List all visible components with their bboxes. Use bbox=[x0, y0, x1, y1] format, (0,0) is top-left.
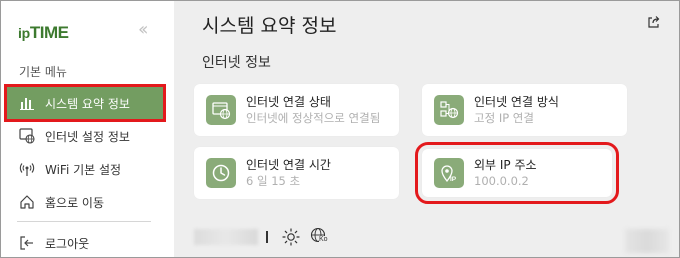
menu-section-label: 기본 메뉴 bbox=[19, 65, 67, 79]
card-subtitle: 6 일 15 초 bbox=[246, 173, 301, 188]
card-connection-method[interactable]: 인터넷 연결 방식 고정 IP 연결 bbox=[422, 84, 627, 136]
card-subtitle: 고정 IP 연결 bbox=[474, 110, 534, 125]
card-title: 인터넷 연결 시간 bbox=[246, 157, 331, 172]
section-title: 인터넷 정보 bbox=[202, 55, 271, 71]
globe-settings-icon bbox=[19, 128, 35, 144]
card-subtitle: 인터넷에 정상적으로 연결됨 bbox=[246, 110, 381, 125]
main-content: 시스템 요약 정보 인터넷 정보 인터넷 연결 상태 인터넷에 정상적으로 연결… bbox=[174, 1, 679, 257]
sidebar-item-internet-settings[interactable]: 인터넷 설정 정보 bbox=[7, 120, 163, 152]
footer-bar: Ko bbox=[194, 227, 330, 247]
sidebar-item-label: 시스템 요약 정보 bbox=[45, 96, 130, 111]
svg-text:IP: IP bbox=[450, 176, 457, 183]
sidebar-divider bbox=[17, 221, 151, 222]
language-code: Ko bbox=[319, 236, 328, 243]
footer-separator bbox=[266, 231, 268, 243]
sidebar-item-label: 홈으로 이동 bbox=[45, 195, 105, 210]
sidebar-item-home[interactable]: 홈으로 이동 bbox=[7, 186, 163, 218]
collapse-sidebar-button[interactable]: ‹‹ bbox=[138, 21, 149, 39]
sidebar: ip TIME ‹‹ 기본 메뉴 시스템 요약 정보 인터넷 설정 정보 WiF… bbox=[1, 1, 174, 257]
sidebar-item-wifi-settings[interactable]: WiFi 기본 설정 bbox=[7, 153, 163, 185]
card-title: 인터넷 연결 상태 bbox=[246, 94, 331, 109]
iptime-logo[interactable]: ip TIME bbox=[18, 23, 69, 43]
card-title: 인터넷 연결 방식 bbox=[474, 94, 559, 109]
logo-time-text: TIME bbox=[29, 23, 69, 42]
connection-method-icon bbox=[434, 95, 464, 125]
card-connection-time[interactable]: 인터넷 연결 시간 6 일 15 초 bbox=[194, 147, 399, 199]
sidebar-item-label: 인터넷 설정 정보 bbox=[45, 129, 130, 144]
card-external-ip[interactable]: IP 외부 IP 주소 100.0.0.2 bbox=[415, 142, 619, 204]
bar-chart-icon bbox=[19, 95, 35, 111]
logout-label: 로그아웃 bbox=[45, 236, 90, 251]
card-internet-status[interactable]: 인터넷 연결 상태 인터넷에 정상적으로 연결됨 bbox=[194, 84, 399, 136]
logo-ip-text: ip bbox=[18, 25, 30, 41]
internet-status-icon bbox=[206, 95, 236, 125]
wifi-icon bbox=[19, 161, 35, 177]
blurred-model-name bbox=[194, 229, 258, 245]
sidebar-item-system-summary[interactable]: 시스템 요약 정보 bbox=[4, 84, 166, 122]
globe-language-icon[interactable]: Ko bbox=[310, 227, 330, 247]
blurred-region bbox=[625, 229, 669, 253]
card-title: 외부 IP 주소 bbox=[474, 157, 537, 172]
logout-icon bbox=[19, 235, 35, 251]
clock-icon bbox=[206, 158, 236, 188]
home-icon bbox=[19, 194, 35, 210]
location-ip-icon: IP bbox=[434, 158, 464, 188]
card-subtitle: 100.0.0.2 bbox=[474, 173, 529, 188]
page-title: 시스템 요약 정보 bbox=[202, 15, 337, 37]
sidebar-item-label: WiFi 기본 설정 bbox=[45, 162, 122, 177]
app-window: ip TIME ‹‹ 기본 메뉴 시스템 요약 정보 인터넷 설정 정보 WiF… bbox=[0, 0, 680, 258]
logout-button[interactable]: 로그아웃 bbox=[7, 227, 163, 257]
sun-icon[interactable] bbox=[282, 228, 300, 246]
export-icon[interactable] bbox=[647, 14, 661, 33]
